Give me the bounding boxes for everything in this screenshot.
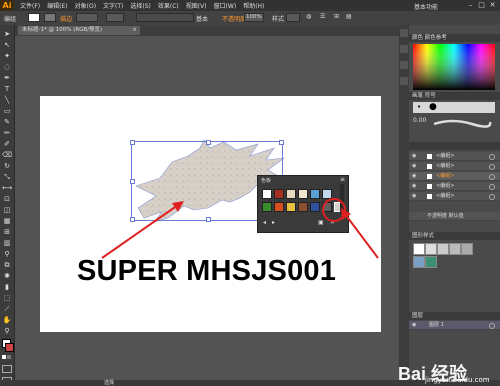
- opacity-default-row[interactable]: 不透明度 默认值: [409, 212, 500, 221]
- arrow-to-swatch-head: [341, 208, 351, 220]
- visibility-eye-icon[interactable]: ◉: [412, 321, 416, 330]
- layer-row-3[interactable]: ◉ <编组>: [409, 172, 500, 181]
- visibility-eye-icon[interactable]: ◉: [412, 182, 416, 191]
- panel-icon-swatches[interactable]: [400, 45, 408, 53]
- visibility-eye-icon[interactable]: ◉: [412, 152, 416, 161]
- layer-row-4[interactable]: ◉ <编组>: [409, 182, 500, 191]
- brush-strip[interactable]: • ●: [413, 102, 495, 113]
- arrow-to-swatch: [344, 213, 379, 259]
- brush-stroke-preview[interactable]: [432, 116, 492, 130]
- brush-dot-small-icon[interactable]: •: [417, 103, 421, 111]
- layer-row-2[interactable]: ◉ <编组>: [409, 162, 500, 171]
- arrow-to-shape: [101, 204, 179, 259]
- graphic-style-swatch-4[interactable]: [449, 243, 461, 255]
- status-tool: 选择: [104, 380, 115, 386]
- brush-panel-header[interactable]: 画笔 符号: [409, 92, 500, 100]
- panel-icon-brushes[interactable]: [400, 61, 408, 69]
- graphic-style-swatch-2[interactable]: [425, 243, 437, 255]
- visibility-eye-icon[interactable]: ◉: [412, 172, 416, 181]
- color-panel-header[interactable]: 颜色 颜色参考: [409, 34, 500, 42]
- graphic-style-swatch-3[interactable]: [437, 243, 449, 255]
- brush-size-value: 0.00: [413, 117, 427, 124]
- panel-icon-symbols[interactable]: [400, 77, 408, 85]
- layer-row-5[interactable]: ◉ <编组>: [409, 192, 500, 201]
- layer-1-row[interactable]: ◉ 图层 1: [409, 321, 500, 330]
- panel-icon-color[interactable]: [400, 29, 408, 37]
- appearance-panel-header[interactable]: [409, 142, 500, 150]
- visibility-eye-icon[interactable]: ◉: [412, 162, 416, 171]
- graphic-styles-header[interactable]: 图形样式: [409, 232, 500, 240]
- graphic-style-swatch-7[interactable]: [425, 256, 437, 268]
- brush-dot-large-icon[interactable]: ●: [429, 102, 437, 112]
- graphic-style-swatch-1[interactable]: [413, 243, 425, 255]
- watermark-url: jingyan.baidu.com: [425, 376, 490, 384]
- layer-row-1[interactable]: ◉ <编组>: [409, 152, 500, 161]
- arrow-to-shape-head: [172, 201, 184, 212]
- visibility-eye-icon[interactable]: ◉: [412, 192, 416, 201]
- panel-icon-strip: [399, 25, 409, 380]
- graphic-style-swatch-6[interactable]: [413, 256, 425, 268]
- graphic-style-swatch-5[interactable]: [461, 243, 473, 255]
- color-spectrum[interactable]: [413, 44, 495, 90]
- layers-panel-header[interactable]: 图层: [409, 312, 500, 320]
